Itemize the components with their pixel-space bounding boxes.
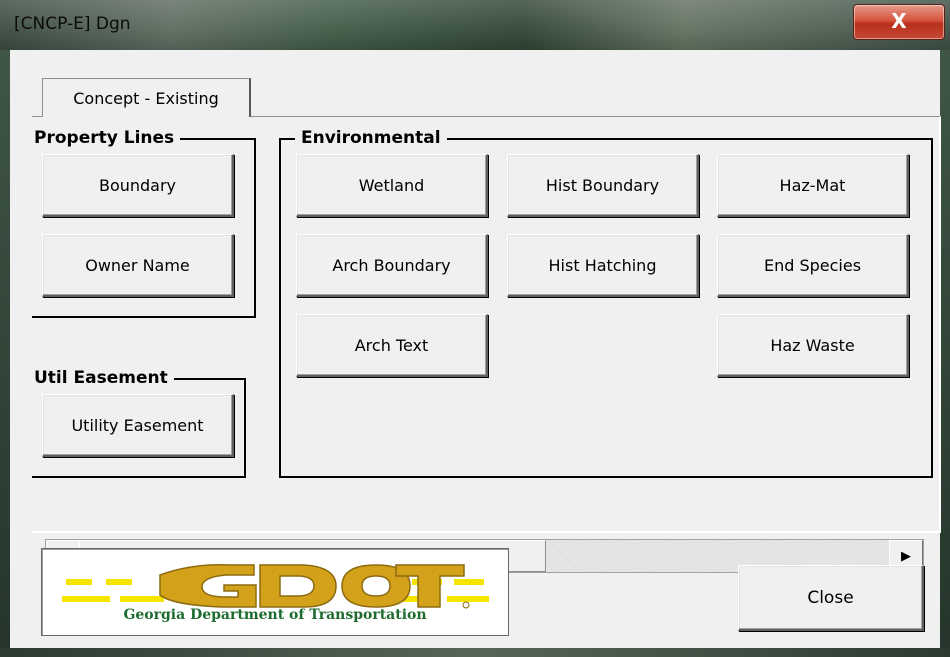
close-button[interactable]: Close (738, 565, 924, 631)
environmental-label: Environmental (295, 128, 447, 148)
owner-name-button[interactable]: Owner Name (42, 234, 234, 297)
gdot-logo: Georgia Department of Transportation (41, 548, 509, 636)
wetland-button[interactable]: Wetland (296, 154, 488, 217)
haz-mat-button[interactable]: Haz-Mat (717, 154, 909, 217)
property-lines-label: Property Lines (32, 128, 181, 148)
dialog-client-area: Concept - Existing Property Lines Bounda… (10, 50, 941, 648)
window-close-button[interactable]: X (853, 4, 945, 40)
boundary-button[interactable]: Boundary (42, 154, 234, 217)
window-frame-bottom (0, 648, 950, 657)
end-species-button[interactable]: End Species (717, 234, 909, 297)
util-easement-label: Util Easement (32, 368, 174, 388)
window-frame-left (0, 50, 10, 657)
arch-boundary-button[interactable]: Arch Boundary (296, 234, 488, 297)
tab-page: Property Lines Boundary Owner Name Util … (32, 116, 941, 533)
title-bar: [CNCP-E] Dgn X (0, 0, 950, 50)
hist-boundary-button[interactable]: Hist Boundary (507, 154, 699, 217)
gdot-logo-subtitle: Georgia Department of Transportation (123, 607, 427, 623)
tab-concept-existing[interactable]: Concept - Existing (42, 78, 251, 117)
arch-text-button[interactable]: Arch Text (296, 314, 488, 377)
window-title: [CNCP-E] Dgn (14, 14, 131, 34)
utility-easement-button[interactable]: Utility Easement (42, 394, 234, 457)
haz-waste-button[interactable]: Haz Waste (717, 314, 909, 377)
window-frame-right (940, 50, 950, 657)
hist-hatching-button[interactable]: Hist Hatching (507, 234, 699, 297)
